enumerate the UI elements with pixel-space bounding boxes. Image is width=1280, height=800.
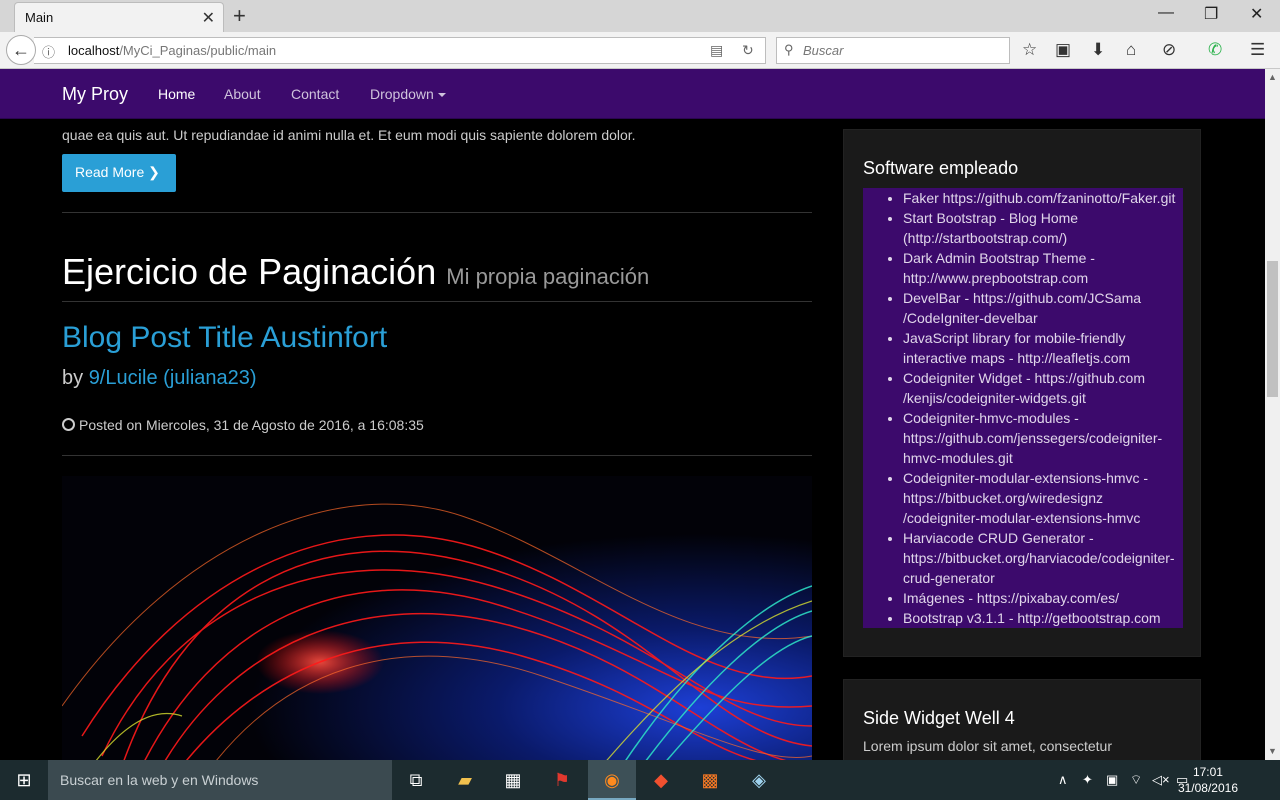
divider	[62, 212, 812, 213]
menu-icon[interactable]: ☰	[1250, 40, 1265, 60]
volume-icon[interactable]: ◁×	[1152, 772, 1170, 788]
bookmarks-list-icon[interactable]: ▣	[1055, 40, 1071, 60]
software-list: Faker https://github.com/fzaninotto/Fake…	[863, 188, 1183, 628]
nav-dropdown[interactable]: Dropdown	[370, 86, 446, 102]
firefox-icon[interactable]: ◉	[588, 760, 636, 800]
wifi-icon[interactable]: ⌔	[1130, 772, 1142, 788]
search-bar[interactable]: ⚲ Buscar	[776, 37, 1010, 64]
restore-icon[interactable]: ❐	[1204, 4, 1218, 24]
clock-date: 31/08/2016	[1177, 781, 1238, 795]
back-button-icon[interactable]: ←	[6, 35, 36, 65]
browser-toolbar: ⓘ localhost/MyCi_Paginas/public/main ▤ ↻…	[0, 32, 1280, 69]
download-icon[interactable]: ⬇	[1091, 40, 1105, 60]
list-item: Dark Admin Bootstrap Theme - http://www.…	[903, 248, 1183, 288]
minimize-icon[interactable]: —	[1158, 4, 1174, 22]
nav-dropdown-label: Dropdown	[370, 86, 434, 102]
taskbar-search[interactable]: Buscar en la web y en Windows	[48, 760, 392, 800]
side-widget-well-4: Side Widget Well 4 Lorem ipsum dolor sit…	[843, 679, 1201, 760]
url-bar[interactable]: ⓘ localhost/MyCi_Paginas/public/main ▤ ↻	[34, 37, 766, 64]
scroll-up-icon[interactable]: ▲	[1268, 72, 1277, 82]
nav-contact[interactable]: Contact	[291, 86, 339, 102]
list-item: Faker https://github.com/fzaninotto/Fake…	[903, 188, 1183, 208]
whatsapp-icon[interactable]: ✆	[1208, 40, 1222, 60]
scroll-thumb[interactable]	[1267, 261, 1278, 397]
divider	[62, 455, 812, 456]
well4-title: Side Widget Well 4	[863, 708, 1015, 728]
bookmark-star-icon[interactable]: ☆	[1022, 40, 1037, 60]
post-author-line: by 9/Lucile (juliana23)	[62, 367, 257, 389]
divider	[62, 301, 812, 302]
list-item: Imágenes - https://pixabay.com/es/	[903, 588, 1183, 608]
close-window-icon[interactable]: ✕	[1250, 4, 1263, 24]
web-page: My Proy Home About Contact Dropdown quae…	[0, 69, 1265, 760]
reload-icon[interactable]: ↻	[742, 42, 754, 59]
caret-down-icon	[437, 93, 446, 98]
tray-expand-icon[interactable]: ∧	[1058, 772, 1068, 788]
post-title-link[interactable]: Blog Post Title Austinfort	[62, 321, 387, 355]
read-more-label: Read More	[75, 164, 145, 180]
list-item: Codeigniter-hmvc-modules - https://githu…	[903, 408, 1183, 468]
chevron-right-icon: ❯	[148, 164, 160, 180]
scroll-down-icon[interactable]: ▼	[1268, 746, 1277, 756]
browser-tab-bar: Main ✕ + — ❐ ✕	[0, 0, 1280, 32]
tab-title: Main	[25, 10, 54, 25]
browser-tab[interactable]: Main ✕	[14, 2, 224, 32]
page-title: Ejercicio de Paginación Mi propia pagina…	[62, 251, 650, 292]
task-view-icon[interactable]: ⧉	[392, 760, 440, 800]
taskbar-clock[interactable]: 17:01 31/08/2016	[1178, 764, 1238, 796]
info-icon[interactable]: ⓘ	[42, 42, 55, 61]
search-placeholder: Buscar	[803, 43, 844, 58]
adblock-icon[interactable]: ⊘	[1162, 40, 1176, 60]
windows-taskbar: ⊞ Buscar en la web y en Windows ⧉ ▰ ▦ ⚑ …	[0, 760, 1280, 800]
search-icon: ⚲	[784, 42, 794, 57]
list-item: DevelBar - https://github.com/JCSama /Co…	[903, 288, 1183, 328]
app-icon[interactable]: ▦	[489, 760, 537, 800]
taskbar-search-text: Buscar en la web y en Windows	[60, 772, 259, 788]
post-excerpt: quae ea quis aut. Ut repudiandae id anim…	[62, 127, 636, 143]
software-title: Software empleado	[863, 158, 1019, 178]
nav-home[interactable]: Home	[158, 86, 195, 102]
xampp-icon[interactable]: ▩	[686, 760, 734, 800]
software-well: Software empleado Faker https://github.c…	[843, 129, 1201, 657]
nav-about[interactable]: About	[224, 86, 261, 102]
posted-date: Posted on Miercoles, 31 de Agosto de 201…	[62, 417, 424, 433]
dropbox-icon[interactable]: ✦	[1082, 772, 1093, 788]
page-scrollbar[interactable]: ▲ ▼	[1265, 69, 1280, 760]
list-item: JavaScript library for mobile-friendly i…	[903, 328, 1183, 368]
file-explorer-icon[interactable]: ▰	[441, 760, 489, 800]
list-item: Harviacode CRUD Generator - https://bitb…	[903, 528, 1183, 588]
virtualbox-icon[interactable]: ◈	[735, 760, 783, 800]
well4-text: Lorem ipsum dolor sit amet, consectetur	[863, 738, 1112, 754]
windows-start-icon[interactable]: ⊞	[0, 760, 48, 800]
site-brand[interactable]: My Proy	[62, 84, 128, 105]
acrobat-icon[interactable]: ⚑	[538, 760, 586, 800]
page-subtitle: Mi propia paginación	[446, 264, 650, 289]
list-item: Codeigniter Widget - https://github.com …	[903, 368, 1183, 408]
post-author-link[interactable]: 9/Lucile (juliana23)	[89, 367, 257, 389]
site-navbar: My Proy Home About Contact Dropdown	[0, 69, 1265, 119]
list-item: Start Bootstrap - Blog Home (http://star…	[903, 208, 1183, 248]
new-tab-icon[interactable]: +	[233, 3, 246, 29]
post-image	[62, 476, 812, 760]
tray-app-icon[interactable]: ▣	[1106, 772, 1118, 788]
url-text[interactable]: localhost/MyCi_Paginas/public/main	[68, 43, 276, 58]
git-icon[interactable]: ◆	[637, 760, 685, 800]
list-item: Bootstrap v3.1.1 - http://getbootstrap.c…	[903, 608, 1183, 628]
list-item: Codeigniter-modular-extensions-hmvc - ht…	[903, 468, 1183, 528]
close-tab-icon[interactable]: ✕	[202, 8, 215, 28]
home-icon[interactable]: ⌂	[1126, 40, 1136, 60]
clock-time: 17:01	[1192, 765, 1223, 779]
reader-view-icon[interactable]: ▤	[710, 42, 723, 59]
clock-icon	[62, 418, 75, 431]
read-more-button[interactable]: Read More ❯	[62, 154, 176, 192]
